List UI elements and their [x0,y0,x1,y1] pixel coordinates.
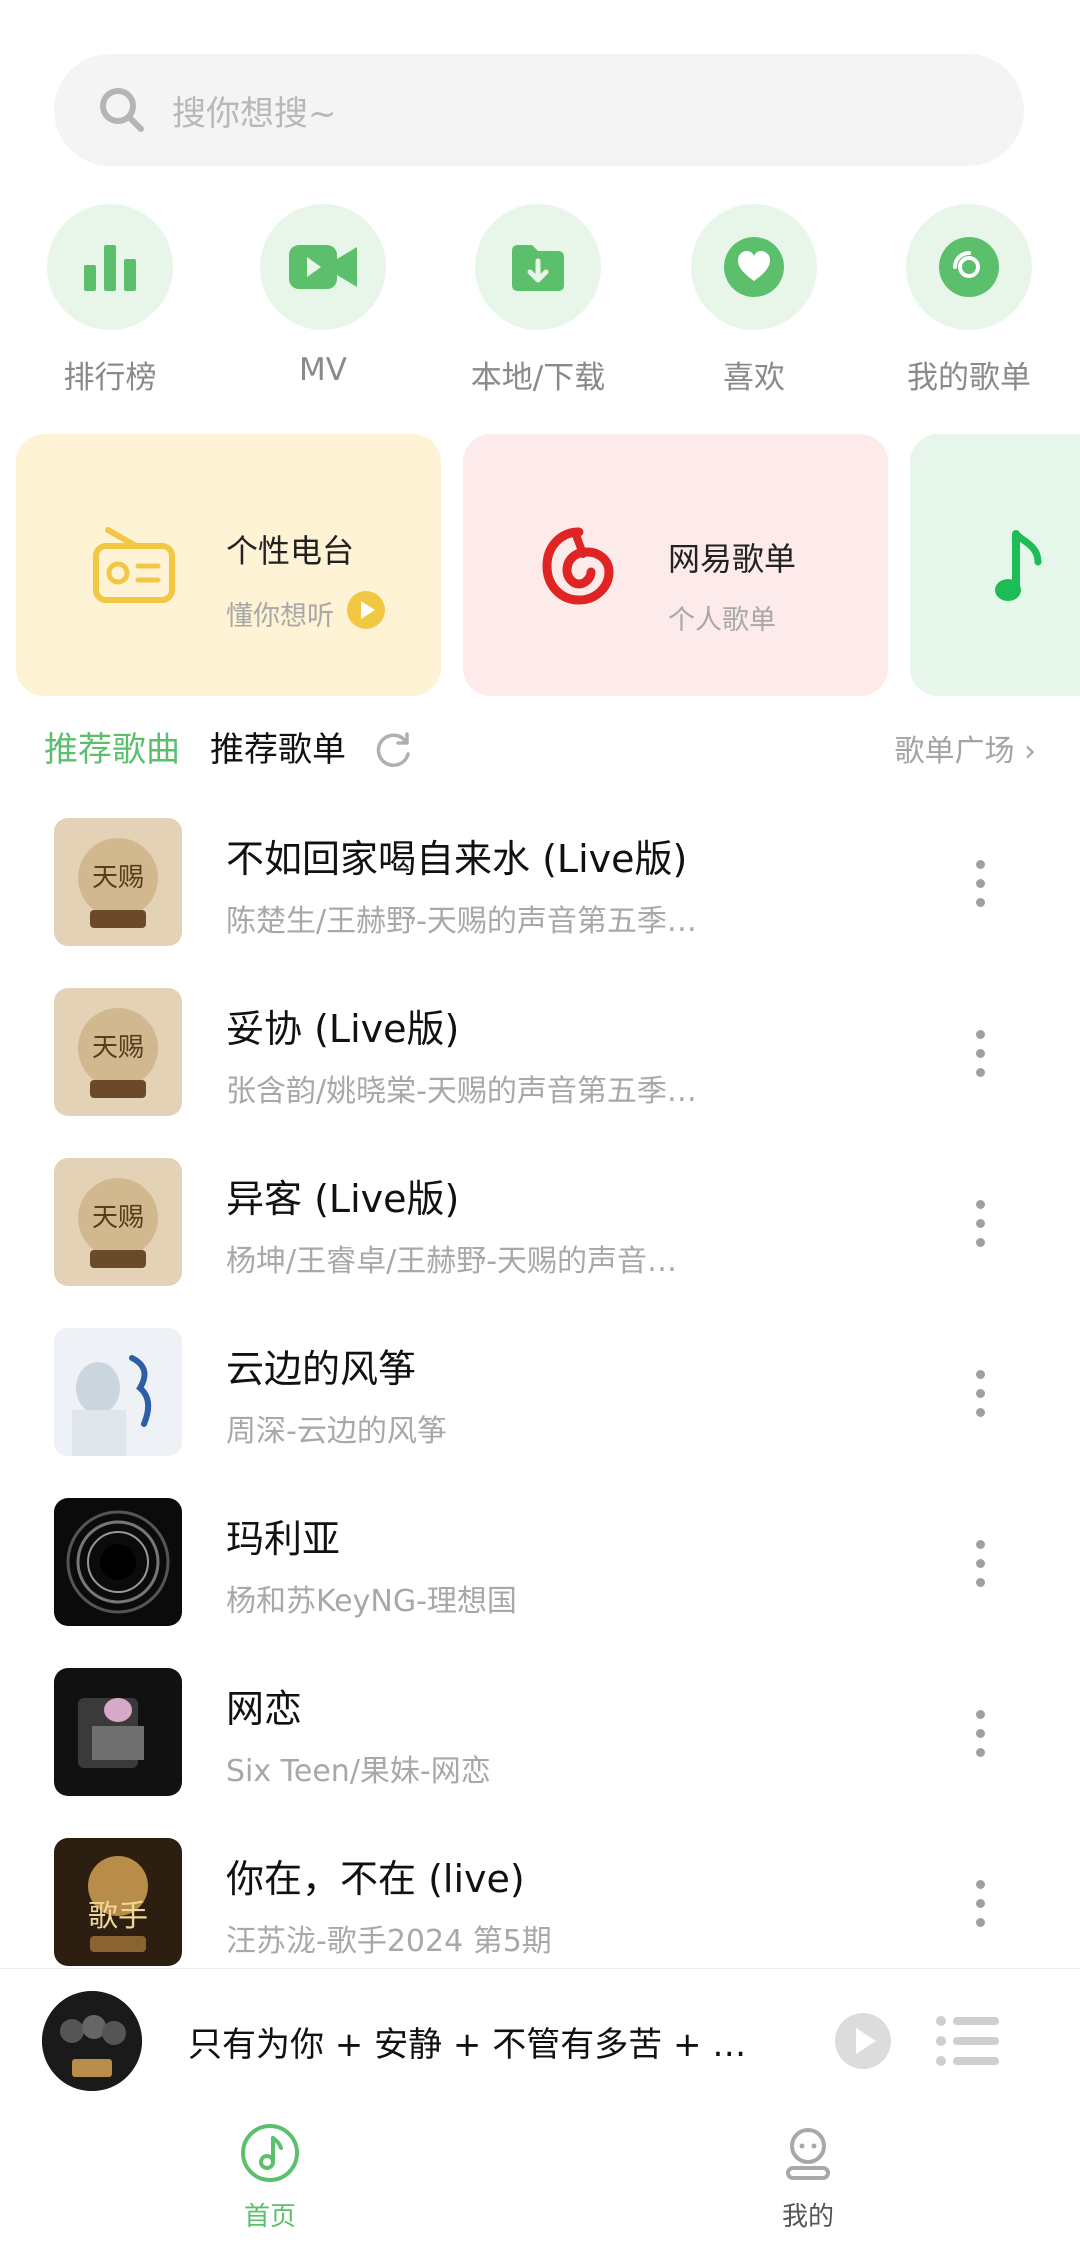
album-cover [54,1328,182,1456]
song-row[interactable]: 云边的风筝 周深-云边的风筝 [0,1310,1080,1480]
download-folder-icon [512,245,564,291]
song-title: 云边的风筝 [226,1347,417,1391]
svg-text:天赐: 天赐 [92,1203,144,1233]
now-playing-title: 只有为你 + 安静 + 不管有多苦 + … [188,2025,747,2065]
song-title: 妥协 (Live版) [226,1007,460,1051]
home-music-icon [241,2124,299,2182]
song-title: 你在，不在 (live) [226,1857,525,1901]
quick-action-label: MV [299,352,347,388]
more-options-icon[interactable] [960,1370,1000,1430]
song-artist: 陈楚生/王赫野-天赐的声音第五季… [226,904,697,939]
song-row[interactable]: 网恋 Six Teen/果妹-网恋 [0,1650,1080,1820]
quick-action-label: 排行榜 [63,360,157,396]
card-subtitle: 懂你想听 [226,601,334,632]
quick-action-label: 我的歌单 [907,360,1031,396]
card-title: 网易歌单 [668,540,797,578]
album-cover: 天赐 [54,1158,182,1286]
play-button[interactable] [833,2011,893,2071]
album-cover [54,1668,182,1796]
song-row[interactable]: 天赐 不如回家喝自来水 (Live版) 陈楚生/王赫野-天赐的声音第五季… [0,800,1080,970]
album-cover: 歌手 [54,1838,182,1966]
card-third[interactable] [910,434,1080,696]
chart-bars-icon [84,245,136,291]
song-artist: 杨和苏KeyNG-理想国 [226,1584,517,1619]
now-playing-cover [42,1991,142,2091]
nav-label: 首页 [243,2202,296,2232]
refresh-icon[interactable] [372,730,414,772]
album-cover: 天赐 [54,988,182,1116]
feature-cards: 个性电台 懂你想听 网易歌单 个人歌单 [0,434,1080,696]
bottom-nav: 首页 我的 [0,2104,1080,2246]
netease-logo-icon [542,527,614,605]
more-options-icon[interactable] [960,860,1000,920]
quick-action-label: 本地/下载 [470,360,606,396]
quick-action-mv[interactable]: MV [238,204,408,388]
quick-action-label: 喜欢 [723,360,785,396]
mini-player[interactable]: 只有为你 + 安静 + 不管有多苦 + … [0,1968,1080,2105]
music-note-icon [995,530,1042,601]
song-title: 异客 (Live版) [226,1177,460,1221]
search-placeholder: 搜你想搜~ [172,93,337,134]
svg-text:歌手: 歌手 [88,1899,148,1934]
album-cover [54,1498,182,1626]
song-row[interactable]: 歌手 你在，不在 (live) 汪苏泷-歌手2024 第5期 [0,1820,1080,1990]
song-row[interactable]: 天赐 妥协 (Live版) 张含韵/姚晓棠-天赐的声音第五季… [0,970,1080,1140]
search-icon [100,88,144,132]
card-title: 个性电台 [226,532,355,570]
song-artist: 杨坤/王睿卓/王赫野-天赐的声音… [226,1244,678,1279]
card-netease-playlist[interactable]: 网易歌单 个人歌单 [463,434,888,696]
play-circle-icon[interactable] [346,590,386,630]
song-title: 网恋 [226,1687,303,1731]
radio-icon [93,527,175,603]
song-artist: 汪苏泷-歌手2024 第5期 [226,1924,552,1959]
search-bar[interactable]: 搜你想搜~ [54,54,1024,166]
more-options-icon[interactable] [960,1880,1000,1940]
song-title: 不如回家喝自来水 (Live版) [226,837,688,881]
album-cover: 天赐 [54,818,182,946]
svg-text:天赐: 天赐 [92,863,144,893]
more-options-icon[interactable] [960,1710,1000,1770]
tab-recommended-songs[interactable]: 推荐歌曲 [44,722,180,771]
quick-actions: 排行榜 MV 本地/下载 喜欢 我的歌单 [0,204,1080,397]
quick-action-rankings[interactable]: 排行榜 [25,204,195,397]
song-artist: 周深-云边的风筝 [226,1414,447,1449]
card-subtitle: 个人歌单 [668,605,776,636]
recommend-tabs: 推荐歌曲 推荐歌单 歌单广场 › [0,718,1080,778]
tab-recommended-playlists[interactable]: 推荐歌单 [210,722,346,771]
svg-text:天赐: 天赐 [92,1033,144,1063]
song-row[interactable]: 天赐 异客 (Live版) 杨坤/王睿卓/王赫野-天赐的声音… [0,1140,1080,1310]
nav-home[interactable]: 首页 [190,2122,350,2233]
disc-icon [939,237,999,297]
song-artist: 张含韵/姚晓棠-天赐的声音第五季… [226,1074,697,1109]
playlist-plaza-link[interactable]: 歌单广场 › [894,726,1036,770]
playlist-queue-icon[interactable] [935,2013,1001,2069]
song-title: 玛利亚 [226,1517,341,1561]
nav-label: 我的 [781,2202,834,2232]
more-options-icon[interactable] [960,1030,1000,1090]
card-personal-radio[interactable]: 个性电台 懂你想听 [16,434,441,696]
more-options-icon[interactable] [960,1540,1000,1600]
heart-icon [724,237,784,297]
quick-action-my-playlists[interactable]: 我的歌单 [884,204,1054,397]
user-icon [786,2128,830,2180]
song-row[interactable]: 玛利亚 杨和苏KeyNG-理想国 [0,1480,1080,1650]
quick-action-favorites[interactable]: 喜欢 [669,204,839,397]
song-artist: Six Teen/果妹-网恋 [226,1754,491,1789]
nav-mine[interactable]: 我的 [728,2122,888,2233]
more-options-icon[interactable] [960,1200,1000,1260]
quick-action-local-download[interactable]: 本地/下载 [453,204,623,397]
video-camera-icon [289,245,357,289]
